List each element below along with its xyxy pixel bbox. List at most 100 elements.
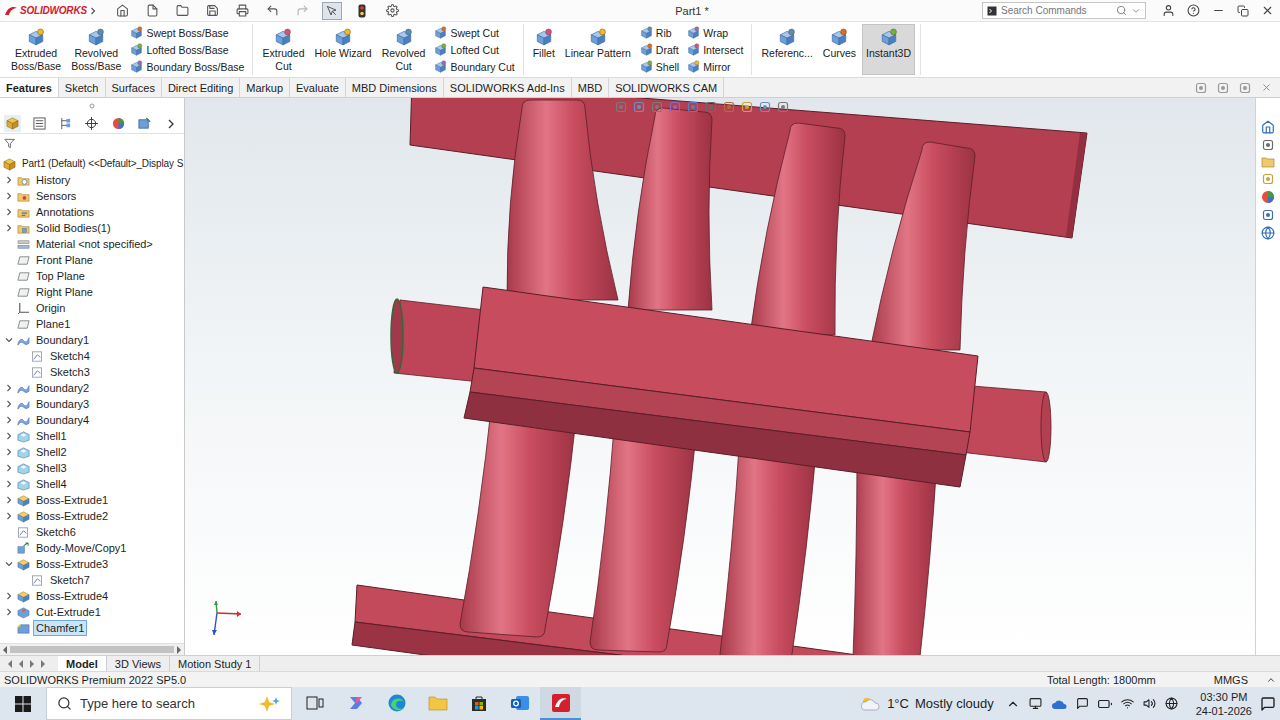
view-tab[interactable]: Motion Study 1 — [170, 656, 260, 671]
command-tab[interactable]: SOLIDWORKS CAM — [609, 78, 724, 97]
tree-item[interactable]: Boss-Extrude3 — [0, 556, 184, 572]
ribbon-button[interactable]: Hole Wizard — [311, 24, 376, 75]
tree-arrow[interactable] — [2, 220, 16, 236]
tree-item[interactable]: Top Plane — [0, 268, 184, 284]
tree-arrow[interactable] — [2, 380, 16, 396]
tree-item[interactable]: Boundary4 — [0, 412, 184, 428]
expand-arrow-icon[interactable] — [5, 592, 13, 600]
view-tool-icon[interactable] — [651, 101, 663, 113]
expand-arrow-icon[interactable] — [5, 208, 13, 216]
tree-item[interactable]: Boundary3 — [0, 396, 184, 412]
tree-item[interactable]: Shell3 — [0, 460, 184, 476]
close-view-icon[interactable] — [1261, 82, 1272, 93]
tree-item[interactable]: Chamfer1 — [0, 620, 184, 636]
view-tool-icon[interactable] — [759, 101, 771, 113]
solidworks-app[interactable] — [540, 687, 581, 720]
hidden-icons-icon[interactable] — [1006, 697, 1020, 711]
more-tabs-button[interactable] — [163, 115, 180, 132]
chat-icon[interactable] — [1076, 697, 1089, 710]
ribbon-small-button[interactable]: Rib — [640, 25, 679, 40]
collapse-arrow-icon[interactable] — [5, 336, 13, 344]
tree-arrow[interactable] — [2, 444, 16, 460]
cam-tab[interactable] — [136, 115, 153, 132]
tree-item[interactable]: Boss-Extrude1 — [0, 492, 184, 508]
ribbon-button[interactable]: Fillet — [529, 24, 559, 75]
tree-item[interactable]: Sketch4 — [0, 348, 184, 364]
tab-scroll-icon[interactable] — [39, 659, 47, 669]
tree-item[interactable]: Boss-Extrude2 — [0, 508, 184, 524]
tree-item[interactable]: Body-Move/Copy1 — [0, 540, 184, 556]
expand-arrow-icon[interactable] — [5, 192, 13, 200]
tree-item[interactable]: Sketch7 — [0, 572, 184, 588]
rebuild-button[interactable] — [352, 2, 372, 20]
language-icon[interactable] — [1165, 697, 1178, 710]
command-tab[interactable]: MBD — [572, 78, 609, 97]
tree-arrow[interactable] — [2, 588, 16, 604]
taskbar-search[interactable]: Type here to search — [46, 687, 292, 720]
ribbon-button[interactable]: Curves — [819, 24, 860, 75]
tree-item[interactable]: Sketch3 — [0, 364, 184, 380]
part-model-view[interactable] — [185, 98, 1255, 655]
tree-arrow[interactable] — [2, 204, 16, 220]
community-icon[interactable] — [1261, 226, 1275, 240]
task-view-button[interactable] — [294, 687, 335, 720]
expand-arrow-icon[interactable] — [5, 464, 13, 472]
tree-arrow[interactable] — [2, 428, 16, 444]
dimxpert-tab[interactable] — [83, 115, 100, 132]
tab-scroll-icon[interactable] — [6, 659, 14, 669]
view-tool-icon[interactable] — [723, 101, 735, 113]
notification-icon[interactable] — [1260, 696, 1276, 712]
expand-arrow-icon[interactable] — [5, 432, 13, 440]
tree-arrow[interactable] — [2, 332, 16, 348]
home-button[interactable] — [112, 2, 132, 20]
ribbon-small-button[interactable]: Boundary Boss/Base — [130, 59, 244, 74]
scroll-right-icon[interactable] — [176, 646, 182, 654]
file-explorer-icon[interactable] — [1261, 156, 1275, 168]
command-tab[interactable]: Surfaces — [106, 78, 162, 97]
options-button[interactable] — [382, 2, 402, 20]
battery-icon[interactable] — [1098, 697, 1112, 711]
property-manager-tab[interactable] — [30, 115, 47, 132]
file-explorer-app[interactable] — [417, 687, 458, 720]
command-tab[interactable]: Direct Editing — [162, 78, 240, 97]
restore-view-icon[interactable] — [1239, 82, 1251, 94]
unit-system[interactable]: MMGS — [1196, 674, 1266, 686]
save-button[interactable] — [202, 2, 222, 20]
ribbon-button[interactable]: Linear Pattern — [561, 24, 635, 75]
panel-handle[interactable] — [0, 98, 184, 114]
ribbon-small-button[interactable]: Wrap — [687, 25, 743, 40]
volume-icon[interactable] — [1143, 697, 1156, 710]
minimize-view-icon[interactable] — [1217, 82, 1229, 94]
outlook-app[interactable] — [499, 687, 540, 720]
view-tab[interactable]: Model — [58, 656, 107, 671]
ribbon-small-button[interactable]: Intersect — [687, 42, 743, 57]
edge-app[interactable] — [376, 687, 417, 720]
display-icon[interactable] — [1029, 697, 1042, 710]
tree-arrow[interactable] — [2, 188, 16, 204]
tree-item[interactable]: Solid Bodies(1) — [0, 220, 184, 236]
command-tab[interactable]: Sketch — [59, 78, 106, 97]
split-view-icon[interactable] — [1195, 82, 1207, 94]
app-logo[interactable]: SOLIDWORKS — [4, 5, 112, 17]
ribbon-button[interactable]: ExtrudedBoss/Base — [7, 24, 65, 75]
command-tab[interactable]: Markup — [240, 78, 290, 97]
tree-arrow[interactable] — [2, 396, 16, 412]
tree-item[interactable]: Material <not specified> — [0, 236, 184, 252]
clock[interactable]: 03:30 PM24-01-2026 — [1188, 690, 1260, 718]
tree-item[interactable]: Shell2 — [0, 444, 184, 460]
ribbon-small-button[interactable]: Boundary Cut — [434, 59, 514, 74]
ribbon-small-button[interactable]: Lofted Boss/Base — [130, 42, 244, 57]
expand-arrow-icon[interactable] — [5, 480, 13, 488]
expand-arrow-icon[interactable] — [5, 384, 13, 392]
ribbon-button[interactable]: RevolvedBoss/Base — [67, 24, 125, 75]
expand-arrow-icon[interactable] — [5, 176, 13, 184]
tree-arrow[interactable] — [2, 492, 16, 508]
graphics-area[interactable] — [185, 98, 1255, 655]
unit-menu-icon[interactable] — [1266, 675, 1276, 685]
print-button[interactable] — [232, 2, 252, 20]
tree-item[interactable]: Shell4 — [0, 476, 184, 492]
tree-item[interactable]: Boundary2 — [0, 380, 184, 396]
ribbon-small-button[interactable]: Mirror — [687, 59, 743, 74]
view-tool-icon[interactable] — [741, 101, 753, 113]
tree-item[interactable]: History — [0, 172, 184, 188]
